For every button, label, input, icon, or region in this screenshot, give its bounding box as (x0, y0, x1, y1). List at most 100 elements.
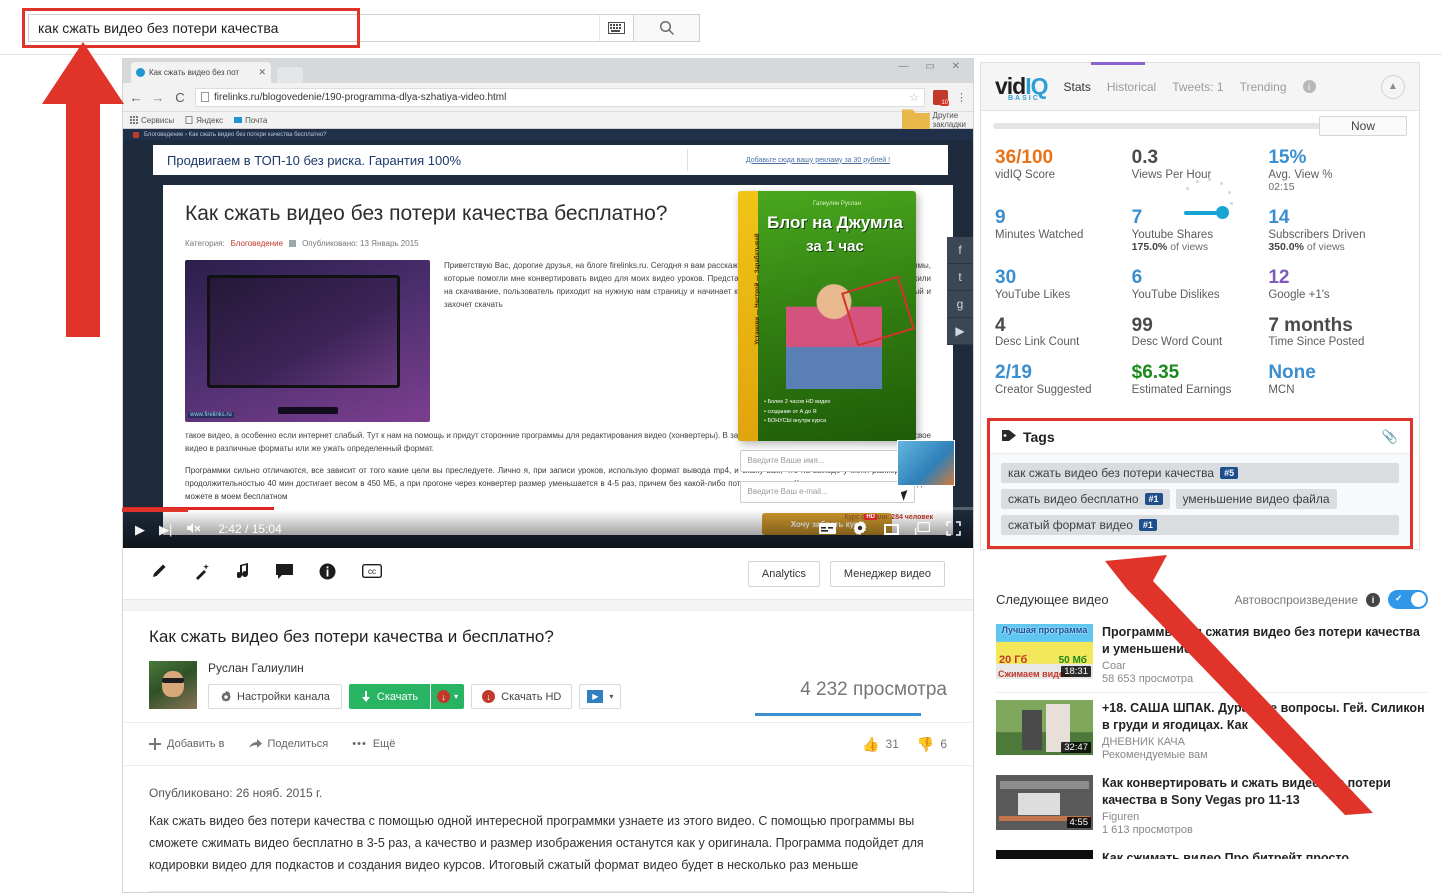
browser-menu-icon[interactable]: ⋮ (956, 91, 967, 104)
window-controls[interactable]: — ▭ ✕ (899, 61, 967, 72)
audio-icon[interactable] (236, 562, 250, 585)
browser-tab[interactable]: Как сжать видео без пот ✕ (131, 62, 271, 83)
list-item[interactable]: Лучшая программа 20 Гб 50 Мб Сжимаем вид… (992, 617, 1432, 692)
video-manager-button[interactable]: Менеджер видео (829, 560, 945, 587)
page-info-icon[interactable] (201, 92, 209, 102)
up-next-title: Следующее видео (996, 592, 1109, 607)
video-title[interactable]: Как конвертировать и сжать видео без пот… (1102, 775, 1428, 808)
forward-icon[interactable]: → (151, 90, 165, 105)
reload-icon[interactable]: C (173, 90, 187, 105)
info-icon[interactable]: i (1302, 80, 1316, 93)
like-button[interactable]: 👍 31 (862, 736, 899, 753)
search-button[interactable] (633, 15, 699, 41)
info-icon[interactable] (319, 563, 336, 585)
annotations-icon[interactable] (276, 563, 293, 584)
new-tab-button[interactable] (277, 67, 303, 83)
next-video-icon[interactable]: ▶| (159, 523, 172, 536)
video-views: Рекомендуемые вам (1102, 749, 1208, 761)
volume-icon[interactable] (186, 522, 202, 536)
name-field[interactable]: Введите Ваше имя... (739, 450, 915, 472)
avatar[interactable] (149, 661, 197, 709)
bookmark-yandex[interactable]: Яндекс (185, 116, 223, 125)
video-thumbnail[interactable] (996, 850, 1093, 859)
dislike-button[interactable]: 👎 6 (917, 736, 947, 753)
channel-name[interactable]: Руслан Галиулин (208, 661, 789, 675)
tag-text: сжать видео бесплатно (1008, 492, 1139, 507)
video-title[interactable]: +18. САША ШПАК. Дурацкие вопросы. Гей. С… (1102, 700, 1428, 733)
google-plus-icon[interactable]: g (947, 291, 973, 318)
email-field[interactable]: Введите Ваш e-mail... (739, 481, 915, 503)
download-button[interactable]: Скачать ↓ ▾ (348, 684, 465, 709)
cast-icon[interactable] (914, 521, 931, 537)
fullscreen-icon[interactable] (946, 520, 961, 538)
promo-ad-link[interactable]: Добавьте сюда вашу рекламу за 30 рублей … (688, 157, 948, 164)
close-icon[interactable]: ✕ (258, 67, 266, 78)
download-dropdown[interactable]: ↓ ▾ (430, 684, 465, 709)
cc-icon[interactable] (819, 522, 836, 536)
video-channel[interactable]: ДНЕВНИК КАЧА (1102, 736, 1428, 748)
download-hd-button[interactable]: ↓ Скачать HD (471, 684, 573, 709)
stat-creator-suggested: 2/19 Creator Suggested (995, 362, 1132, 396)
address-bar[interactable]: firelinks.ru/blogovedenie/190-programma-… (195, 87, 925, 107)
video-player[interactable]: Блоговедение › Как сжать видео без потер… (123, 129, 973, 548)
video-title[interactable]: Программы для сжатия видео без потери ка… (1102, 624, 1428, 657)
video-channel[interactable]: Figuren (1102, 811, 1428, 823)
video-thumbnail[interactable]: 4:55 (996, 775, 1093, 830)
theater-mode-icon[interactable] (884, 523, 899, 535)
analytics-button[interactable]: Analytics (747, 560, 820, 587)
list-item[interactable]: Как сжимать видео Про битрейт просто (992, 843, 1432, 859)
list-item[interactable]: 32:47 +18. САША ШПАК. Дурацкие вопросы. … (992, 693, 1432, 768)
back-icon[interactable]: ← (129, 90, 143, 105)
edit-icon[interactable] (151, 563, 168, 585)
time-range-slider[interactable]: Now (981, 111, 1419, 141)
search-input[interactable] (29, 15, 599, 41)
video-channel[interactable]: Coar (1102, 660, 1428, 672)
video-thumbnail[interactable]: 32:47 (996, 700, 1093, 755)
twitter-icon[interactable]: t (947, 264, 973, 291)
category-link[interactable]: Блоговедение (231, 239, 283, 248)
stat-label: vidIQ Score (995, 168, 1056, 181)
stat-label: Minutes Watched (995, 228, 1084, 241)
stat-value: $6.35 (1131, 362, 1180, 384)
stat-label: Subscribers Driven (1268, 228, 1366, 241)
search-container[interactable] (28, 14, 700, 42)
channel-settings-button[interactable]: Настройки канала (208, 684, 342, 709)
thumbs-up-icon: 👍 (862, 735, 880, 752)
up-next-header: Следующее видео Автовоспроизведение i ✓ (992, 590, 1432, 617)
tab-trending[interactable]: Trending (1240, 80, 1287, 94)
tag-item[interactable]: как сжать видео без потери качества #5 (1001, 463, 1399, 484)
info-icon[interactable]: i (1366, 592, 1380, 607)
tab-stats[interactable]: Stats (1064, 80, 1091, 94)
tab-historical[interactable]: Historical (1107, 80, 1156, 94)
chevron-up-icon[interactable]: ▲ (1381, 74, 1405, 99)
extension-download-button[interactable]: ▶ ▾ (579, 684, 622, 709)
tag-item[interactable]: сжатый формат видео #1 (1001, 515, 1399, 536)
enhance-icon[interactable] (194, 563, 211, 585)
now-button[interactable]: Now (1319, 116, 1407, 136)
list-item[interactable]: 4:55 Как конвертировать и сжать видео бе… (992, 768, 1432, 843)
book-cover-image: Установи — Настрой — Зарабатывай Галиули… (738, 191, 916, 441)
bookmark-servises[interactable]: Сервисы (130, 116, 174, 125)
tab-tweets[interactable]: Tweets: 1 (1172, 80, 1223, 94)
bookmark-mail[interactable]: Почта (234, 116, 267, 125)
add-to-button[interactable]: Добавить в (149, 738, 225, 750)
settings-hd-icon[interactable]: HD (852, 514, 877, 538)
extension-icon[interactable]: 10 (933, 89, 949, 106)
keyboard-icon[interactable] (599, 15, 633, 41)
more-button[interactable]: ••• Ещё (352, 738, 395, 750)
slider-track[interactable] (993, 123, 1327, 129)
stat-label: YouTube Dislikes (1131, 288, 1220, 301)
share-button[interactable]: Поделиться (248, 738, 328, 750)
youtube-icon[interactable]: ▶ (947, 318, 973, 345)
play-icon[interactable]: ▶ (135, 523, 145, 536)
video-title[interactable]: Как сжимать видео Про битрейт просто (1102, 850, 1428, 859)
paperclip-icon[interactable]: 📎 (1382, 429, 1398, 445)
tag-item[interactable]: сжать видео бесплатно #1 (1001, 489, 1170, 510)
bookmark-label: Сервисы (141, 115, 175, 125)
autoplay-toggle[interactable]: ✓ (1388, 590, 1428, 609)
cc-icon[interactable]: cc (361, 563, 383, 583)
video-thumbnail[interactable]: Лучшая программа 20 Гб 50 Мб Сжимаем вид… (996, 624, 1093, 679)
bookmark-star-icon[interactable]: ☆ (909, 91, 919, 104)
tag-item[interactable]: уменьшение видео файла (1175, 489, 1337, 510)
facebook-icon[interactable]: f (947, 237, 973, 264)
